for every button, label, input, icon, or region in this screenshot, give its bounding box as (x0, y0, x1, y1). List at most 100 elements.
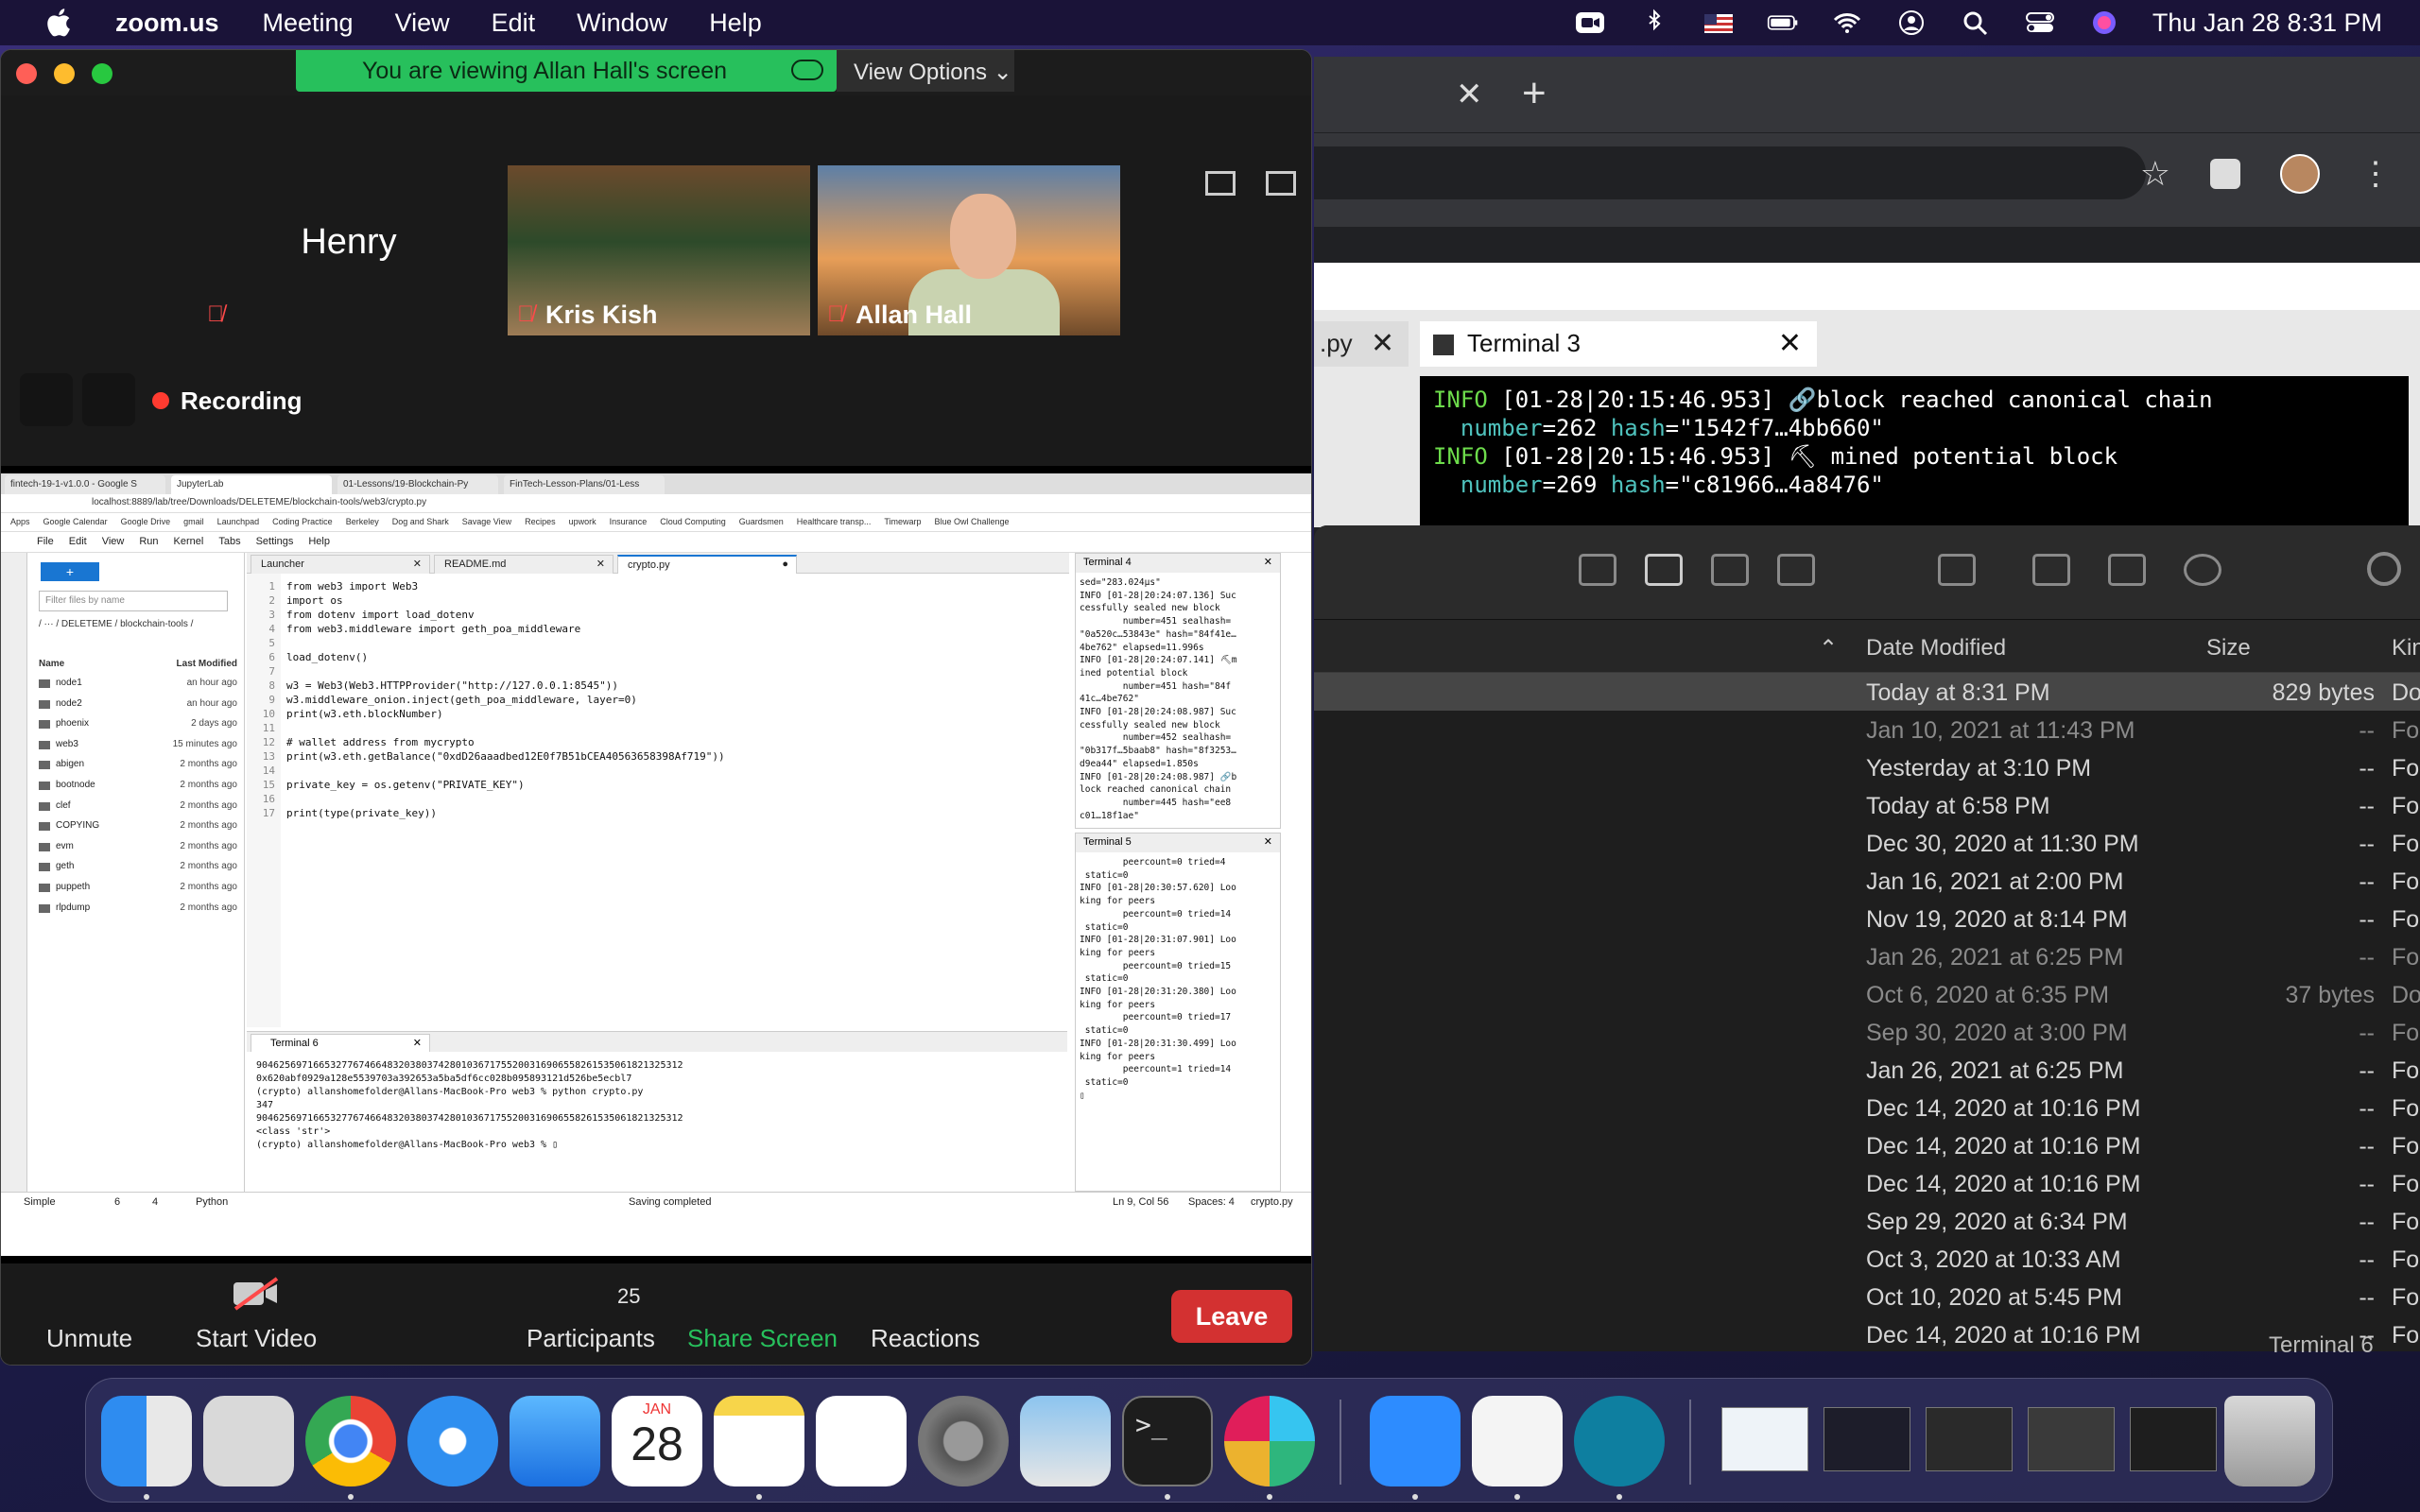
fullscreen-icon[interactable] (1266, 171, 1296, 196)
participant-tile[interactable]: 🎙̸ Kris Kish (508, 165, 810, 335)
layout-icon[interactable] (1205, 171, 1236, 196)
file-list-item[interactable]: web3 15 minutes ago (39, 739, 237, 760)
participants-button[interactable]: Participants (527, 1324, 655, 1353)
file-list-item[interactable]: node1 an hour ago (39, 678, 237, 698)
new-tab-icon[interactable]: + (1522, 70, 1547, 117)
minimized-window[interactable] (1926, 1407, 2013, 1471)
extensions-icon[interactable] (2210, 159, 2240, 189)
spotlight-search-icon[interactable] (1960, 9, 1992, 37)
apple-icon[interactable] (42, 5, 78, 41)
close-icon[interactable]: ✕ (1456, 76, 1483, 113)
finder-row[interactable]: Jan 26, 2021 at 6:25 PM -- Fo (1314, 1051, 2420, 1089)
share-icon[interactable] (2032, 554, 2070, 586)
chrome-tab[interactable]: 01-Lessons/19-Blockchain-Py (337, 475, 498, 494)
star-icon[interactable]: ☆ (2140, 154, 2170, 194)
finder-row[interactable]: Jan 26, 2021 at 6:25 PM -- Fo (1314, 937, 2420, 975)
bluetooth-icon[interactable] (1638, 9, 1670, 37)
finder-row[interactable]: Oct 3, 2020 at 10:33 AM -- Fo (1314, 1240, 2420, 1278)
bookmark-link[interactable]: gmail (183, 517, 204, 526)
tab-launcher[interactable]: Launcher ✕ (251, 555, 430, 574)
trash-icon[interactable] (2224, 1396, 2315, 1486)
finder-row[interactable]: Yesterday at 3:10 PM -- Fo (1314, 748, 2420, 786)
file-list-item[interactable]: puppeth 2 months ago (39, 882, 237, 902)
safari-icon[interactable] (407, 1396, 498, 1486)
unmute-button[interactable]: Unmute (46, 1324, 132, 1353)
more-icon[interactable]: ⋮ (2360, 155, 2392, 193)
control-center-icon[interactable] (2024, 9, 2056, 37)
finder-row[interactable]: Oct 10, 2020 at 5:45 PM -- Fo (1314, 1278, 2420, 1315)
mail-icon[interactable] (510, 1396, 600, 1486)
finder-row[interactable]: Dec 14, 2020 at 10:16 PM -- Fo (1314, 1126, 2420, 1164)
bookmark-link[interactable]: Berkeley (346, 517, 379, 526)
bookmark-link[interactable]: Google Calendar (43, 517, 108, 526)
jupyter-menu-view[interactable]: View (102, 536, 125, 547)
menu-view[interactable]: View (395, 9, 450, 38)
finder-row[interactable]: Dec 30, 2020 at 11:30 PM -- Fo (1314, 824, 2420, 862)
chrome-tab[interactable]: FinTech-Lesson-Plans/01-Less (504, 475, 665, 494)
menu-window[interactable]: Window (577, 9, 667, 38)
close-icon[interactable]: ✕ (413, 1037, 422, 1049)
wifi-icon[interactable] (1831, 9, 1863, 37)
tab-terminal-5[interactable]: Terminal 5 ✕ (1076, 833, 1280, 852)
calendar-icon[interactable]: JAN 28 (612, 1396, 702, 1486)
bookmark-link[interactable]: Dog and Shark (392, 517, 449, 526)
filter-files-input[interactable]: Filter files by name (39, 591, 228, 611)
video-off-icon[interactable] (232, 1277, 281, 1311)
file-list-item[interactable]: phoenix 2 days ago (39, 718, 237, 739)
file-list-item[interactable]: bootnode 2 months ago (39, 780, 237, 800)
omnibox[interactable] (1314, 146, 2146, 199)
bookmark-link[interactable]: Savage View (462, 517, 511, 526)
finder-row[interactable]: Dec 14, 2020 at 10:16 PM -- Fo (1314, 1089, 2420, 1126)
profile-avatar[interactable] (2280, 154, 2320, 194)
terminal-5-output[interactable]: peercount=0 tried=4 static=0 INFO [01-28… (1076, 852, 1280, 1106)
tab-terminal-4[interactable]: Terminal 4 ✕ (1076, 554, 1280, 573)
close-icon[interactable]: ✕ (596, 558, 605, 570)
menu-clock[interactable]: Thu Jan 28 8:31 PM (2152, 9, 2382, 38)
textedit-icon[interactable] (1472, 1396, 1563, 1486)
jupyter-menu-tabs[interactable]: Tabs (218, 536, 240, 547)
chrome-tab[interactable]: fintech-19-1-v1.0.0 - Google S (5, 475, 165, 494)
unsaved-dot-icon[interactable]: ● (782, 558, 788, 570)
simple-mode-toggle[interactable]: Simple (24, 1196, 56, 1208)
minimized-window[interactable] (2028, 1407, 2115, 1471)
finder-row[interactable]: Sep 30, 2020 at 3:00 PM -- Fo (1314, 1013, 2420, 1051)
finder-icon[interactable] (101, 1396, 192, 1486)
terminal-6-output[interactable]: 9046256971665327767466483203803742801036… (247, 1052, 1067, 1192)
list-view-icon[interactable] (1645, 554, 1683, 586)
tab-terminal-3[interactable]: Terminal 3 ✕ (1420, 321, 1817, 367)
file-list-item[interactable]: geth 2 months ago (39, 861, 237, 882)
close-icon[interactable]: ✕ (1778, 327, 1802, 360)
jupyter-menu-edit[interactable]: Edit (69, 536, 87, 547)
search-icon[interactable] (2367, 552, 2401, 586)
bookmark-link[interactable]: Coding Practice (272, 517, 333, 526)
gallery-view-icon[interactable] (1777, 554, 1815, 586)
zoom-status-icon[interactable] (1574, 9, 1606, 37)
bookmark-link[interactable]: Google Drive (121, 517, 171, 526)
close-icon[interactable]: ✕ (413, 558, 422, 570)
file-list-item[interactable]: COPYING 2 months ago (39, 820, 237, 841)
view-options-button[interactable]: View Options ⌄ (837, 50, 1014, 92)
wavebox-icon[interactable] (1574, 1396, 1665, 1486)
tab-readme[interactable]: README.md ✕ (434, 555, 614, 574)
participant-tile[interactable]: 🎙̸ Allan Hall (818, 165, 1120, 335)
bookmark-link[interactable]: Insurance (610, 517, 648, 526)
file-list-item[interactable]: clef 2 months ago (39, 800, 237, 821)
column-kind[interactable]: Kin (2392, 635, 2420, 662)
battery-icon[interactable] (1767, 9, 1799, 37)
terminal-4-output[interactable]: sed="283.024µs" INFO [01-28|20:24:07.136… (1076, 573, 1280, 826)
user-account-icon[interactable] (1895, 9, 1927, 37)
jupyter-menu-file[interactable]: File (37, 536, 54, 547)
participant-tile[interactable]: Henry 🎙̸ (198, 165, 500, 335)
file-list-item[interactable]: node2 an hour ago (39, 698, 237, 719)
minimized-window[interactable] (2130, 1407, 2217, 1471)
close-icon[interactable]: ✕ (1264, 556, 1272, 568)
zoom-window-button[interactable] (92, 63, 112, 84)
icon-view-icon[interactable] (1579, 554, 1616, 586)
bookmark-link[interactable]: Apps (10, 517, 30, 526)
preview-icon[interactable] (1020, 1396, 1111, 1486)
finder-row[interactable]: Jan 16, 2021 at 2:00 PM -- Fo (1314, 862, 2420, 900)
file-list-item[interactable]: rlpdump 2 months ago (39, 902, 237, 923)
file-list-item[interactable]: evm 2 months ago (39, 841, 237, 862)
finder-row[interactable]: Today at 6:58 PM -- Fo (1314, 786, 2420, 824)
sort-chevron-icon[interactable]: ⌃ (1819, 635, 1838, 662)
